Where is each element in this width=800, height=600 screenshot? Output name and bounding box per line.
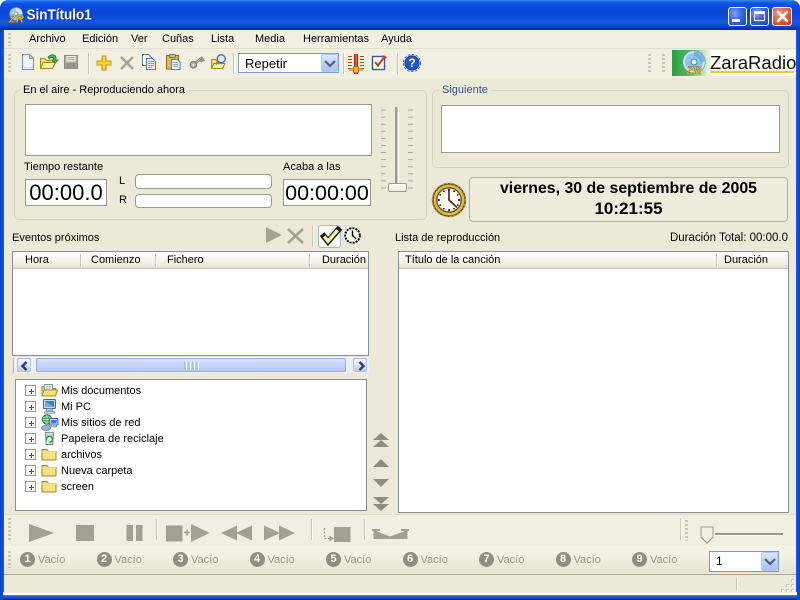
svg-text:?: ? [408,56,415,70]
svg-text:ZR: ZR [8,14,24,26]
svg-text:ZR: ZR [686,65,702,77]
